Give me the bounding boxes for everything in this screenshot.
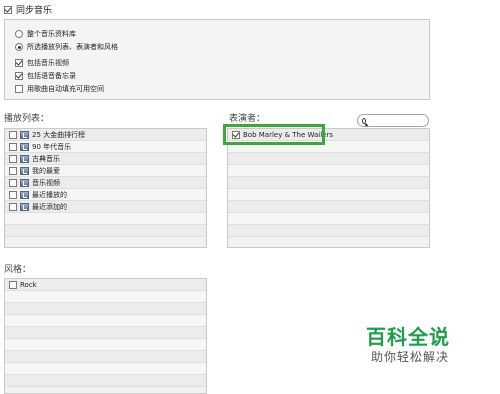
empty-row	[5, 339, 206, 351]
artists-search-field[interactable]	[357, 114, 429, 127]
playlist-item[interactable]: 90 年代音乐	[5, 141, 206, 153]
playlists-heading: 播放列表：	[4, 114, 50, 124]
playlist-label: 90 年代音乐	[32, 142, 72, 151]
artist-highlight-box	[223, 124, 325, 145]
include-music-videos-label: 包括音乐视频	[27, 59, 69, 67]
playlist-checkbox[interactable]	[9, 202, 17, 211]
playlist-icon	[20, 142, 29, 151]
sync-options-box: 整个音乐资料库 所选播放列表、表演者和风格 包括音乐视频 包括语音备忘录 用歌曲…	[4, 19, 430, 100]
genre-checkbox[interactable]	[9, 280, 17, 289]
artists-search-input[interactable]	[372, 117, 428, 124]
playlist-icon	[20, 190, 29, 199]
playlist-checkbox[interactable]	[9, 142, 17, 151]
genres-list[interactable]: Rock	[4, 278, 207, 394]
empty-row	[5, 375, 206, 387]
playlist-label: 25 大金曲排行榜	[32, 130, 86, 139]
sync-music-label: 同步音乐	[16, 6, 53, 16]
include-voice-memos-label: 包括语音备忘录	[27, 72, 76, 80]
include-voice-memos-checkbox[interactable]	[15, 72, 23, 80]
genre-label: Rock	[20, 280, 37, 289]
playlist-icon	[20, 202, 29, 211]
empty-row	[5, 303, 206, 315]
playlist-item[interactable]: 最近添加的	[5, 201, 206, 213]
artists-list[interactable]: Bob Marley & The Wailers	[227, 128, 430, 248]
autofill-label: 用歌曲自动填充可用空间	[27, 85, 104, 93]
playlist-item[interactable]: 古典音乐	[5, 153, 206, 165]
playlists-list[interactable]: 25 大金曲排行榜 90 年代音乐 古典音乐 我的最爱 音乐视频 最近播放的 最…	[4, 128, 207, 248]
sync-music-option[interactable]: 同步音乐	[4, 3, 52, 16]
playlist-item[interactable]: 我的最爱	[5, 165, 206, 177]
playlist-label: 古典音乐	[32, 154, 60, 163]
watermark-logo-text: 百科全说	[366, 325, 450, 349]
artists-heading: 表演者：	[229, 114, 266, 124]
playlist-icon	[20, 130, 29, 139]
playlist-icon	[20, 166, 29, 175]
playlist-checkbox[interactable]	[9, 166, 17, 175]
playlist-label: 最近添加的	[32, 202, 67, 211]
empty-row	[228, 177, 429, 189]
playlist-checkbox[interactable]	[9, 130, 17, 139]
empty-row	[228, 189, 429, 201]
radio-entire-library[interactable]: 整个音乐资料库	[15, 29, 76, 39]
empty-row	[228, 165, 429, 177]
playlist-checkbox[interactable]	[9, 178, 17, 187]
empty-row	[5, 327, 206, 339]
radio-selected-items-button[interactable]	[15, 43, 23, 51]
empty-row	[5, 225, 206, 237]
playlist-item[interactable]: 25 大金曲排行榜	[5, 129, 206, 141]
radio-selected-items-label: 所选播放列表、表演者和风格	[27, 43, 118, 51]
playlist-label: 最近播放的	[32, 190, 67, 199]
sync-music-checkbox[interactable]	[4, 5, 12, 14]
empty-row	[5, 363, 206, 375]
empty-row	[228, 213, 429, 225]
genre-item[interactable]: Rock	[5, 279, 206, 291]
include-music-videos-option[interactable]: 包括音乐视频	[15, 58, 69, 68]
include-music-videos-checkbox[interactable]	[15, 59, 23, 67]
include-voice-memos-option[interactable]: 包括语音备忘录	[15, 71, 76, 81]
playlist-checkbox[interactable]	[9, 154, 17, 163]
playlist-item[interactable]: 最近播放的	[5, 189, 206, 201]
radio-entire-library-button[interactable]	[15, 30, 23, 38]
playlist-icon	[20, 178, 29, 187]
radio-entire-library-label: 整个音乐资料库	[27, 30, 76, 38]
playlist-icon	[20, 154, 29, 163]
empty-row	[5, 291, 206, 303]
empty-row	[228, 153, 429, 165]
empty-row	[228, 201, 429, 213]
empty-row	[5, 213, 206, 225]
playlist-item[interactable]: 音乐视频	[5, 177, 206, 189]
empty-row	[5, 315, 206, 327]
empty-row	[5, 351, 206, 363]
watermark-slogan: 助你轻松解决	[371, 350, 450, 364]
search-icon	[362, 117, 366, 124]
genres-heading: 风格：	[4, 265, 32, 275]
autofill-checkbox[interactable]	[15, 85, 23, 93]
radio-selected-items[interactable]: 所选播放列表、表演者和风格	[15, 42, 118, 52]
playlist-label: 音乐视频	[32, 178, 60, 187]
playlist-checkbox[interactable]	[9, 190, 17, 199]
empty-row	[228, 225, 429, 237]
autofill-option[interactable]: 用歌曲自动填充可用空间	[15, 84, 104, 94]
playlist-label: 我的最爱	[32, 166, 60, 175]
